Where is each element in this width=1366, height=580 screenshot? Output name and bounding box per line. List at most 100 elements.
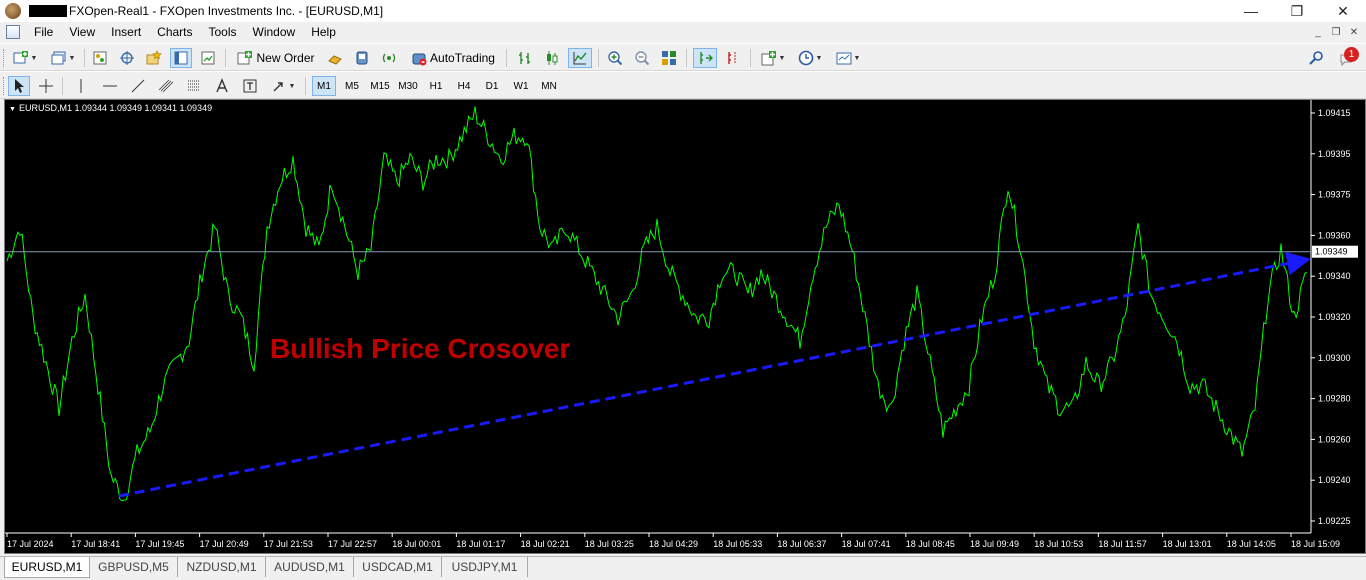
- horizontal-line-icon: [103, 85, 117, 87]
- zoom-out-icon: [635, 51, 650, 66]
- timeframe-w1-button[interactable]: W1: [508, 76, 534, 96]
- data-window-button[interactable]: [116, 48, 138, 68]
- menu-bar: File View Insert Charts Tools Window Hel…: [0, 22, 1366, 42]
- menu-view[interactable]: View: [61, 22, 103, 42]
- fibonacci-button[interactable]: [183, 76, 205, 96]
- x-tick-label: 18 Jul 13:01: [1163, 539, 1212, 549]
- equidistant-channel-button[interactable]: [155, 76, 177, 96]
- menu-insert[interactable]: Insert: [103, 22, 149, 42]
- x-tick-label: 18 Jul 15:09: [1291, 539, 1340, 549]
- timeframe-d1-button[interactable]: D1: [480, 76, 504, 96]
- x-tick-label: 18 Jul 04:29: [649, 539, 698, 549]
- trendline-button[interactable]: [127, 76, 149, 96]
- tile-windows-button[interactable]: [658, 48, 680, 68]
- timeframe-h1-button[interactable]: H1: [424, 76, 448, 96]
- tab-gbpusd-m5[interactable]: GBPUSD,M5: [90, 557, 178, 577]
- close-button[interactable]: ✕: [1320, 0, 1366, 22]
- navigator-button[interactable]: [143, 48, 165, 68]
- text-button[interactable]: [211, 76, 233, 96]
- timeframe-m15-button[interactable]: M15: [366, 76, 394, 96]
- menu-file[interactable]: File: [26, 22, 61, 42]
- y-tick-label: 1.09395: [1318, 149, 1351, 159]
- menu-charts[interactable]: Charts: [149, 22, 200, 42]
- toolbar-grip[interactable]: [3, 77, 6, 95]
- chart-shift-button[interactable]: [722, 48, 744, 68]
- x-tick-label: 18 Jul 05:33: [713, 539, 762, 549]
- cursor-button[interactable]: [8, 76, 30, 96]
- arrows-button[interactable]: ▼: [267, 76, 299, 96]
- y-tick-label: 1.09360: [1318, 230, 1351, 240]
- timeframe-mn-button[interactable]: MN: [536, 76, 562, 96]
- price-chart[interactable]: 1.09415 1.09395 1.09375 1.09360 1.09340 1.093…: [5, 100, 1365, 553]
- market-button[interactable]: [378, 48, 400, 68]
- tab-usdcad-m1[interactable]: USDCAD,M1: [354, 557, 442, 577]
- timeframe-m5-button[interactable]: M5: [340, 76, 364, 96]
- zoom-in-button[interactable]: [604, 48, 626, 68]
- fibonacci-icon: [188, 80, 200, 91]
- channel-icon: [158, 79, 174, 93]
- new-order-button[interactable]: New Order: [234, 48, 318, 68]
- tab-usdjpy-m1[interactable]: USDJPY,M1: [442, 557, 528, 577]
- zoom-out-button[interactable]: [631, 48, 653, 68]
- toolbar-grip[interactable]: [3, 49, 6, 67]
- minimize-button[interactable]: —: [1228, 0, 1274, 22]
- y-tick-label: 1.09280: [1318, 394, 1351, 404]
- chart-collapse-icon[interactable]: ▼: [9, 106, 16, 113]
- app-logo-icon: [5, 3, 21, 19]
- chart-window[interactable]: 1.09415 1.09395 1.09375 1.09360 1.09340 1.093…: [4, 99, 1366, 554]
- auto-scroll-icon: [700, 52, 713, 64]
- tab-eurusd-m1[interactable]: EURUSD,M1: [4, 557, 90, 578]
- autotrading-button[interactable]: AutoTrading: [406, 48, 500, 68]
- x-tick-label: 18 Jul 07:41: [842, 539, 891, 549]
- chart-annotation: Bullish Price Crosover: [270, 333, 570, 364]
- tester-icon: [201, 51, 215, 65]
- document-icon[interactable]: [6, 25, 20, 39]
- x-tick-label: 18 Jul 02:21: [521, 539, 570, 549]
- text-label-button[interactable]: [239, 76, 261, 96]
- vertical-line-button[interactable]: [70, 76, 92, 96]
- mdi-restore-button[interactable]: ❐: [1328, 24, 1344, 40]
- maximize-button[interactable]: ❐: [1274, 0, 1320, 22]
- signals-button[interactable]: [351, 48, 373, 68]
- x-tick-label: 18 Jul 00:01: [392, 539, 441, 549]
- search-button[interactable]: [1306, 48, 1326, 68]
- horizontal-line-button[interactable]: [99, 76, 121, 96]
- mdi-close-button[interactable]: ✕: [1346, 24, 1362, 40]
- profiles-button[interactable]: ▼: [46, 48, 80, 68]
- templates-button[interactable]: ▼: [831, 48, 865, 68]
- x-tick-label: 17 Jul 20:49: [200, 539, 249, 549]
- arrows-icon: [273, 82, 283, 92]
- periods-button[interactable]: ▼: [793, 48, 827, 68]
- x-tick-label: 18 Jul 11:57: [1098, 539, 1146, 549]
- x-tick-label: 17 Jul 19:45: [135, 539, 184, 549]
- y-tick-label: 1.09415: [1318, 108, 1351, 118]
- auto-scroll-button[interactable]: [693, 48, 717, 68]
- expert-button[interactable]: [324, 48, 346, 68]
- crosshair-button[interactable]: [35, 76, 57, 96]
- menu-window[interactable]: Window: [245, 22, 304, 42]
- text-label-icon: [243, 79, 257, 93]
- chart-quote-text: EURUSD,M1 1.09344 1.09349 1.09341 1.0934…: [18, 103, 213, 113]
- market-watch-button[interactable]: [89, 48, 111, 68]
- notifications-button[interactable]: 1: [1334, 47, 1362, 68]
- tab-nzdusd-m1[interactable]: NZDUSD,M1: [178, 557, 266, 577]
- strategy-tester-button[interactable]: [197, 48, 219, 68]
- vertical-line-icon: [80, 79, 82, 93]
- menu-help[interactable]: Help: [303, 22, 344, 42]
- line-chart-button[interactable]: [568, 48, 592, 68]
- mdi-minimize-button[interactable]: _: [1310, 24, 1326, 40]
- menu-tools[interactable]: Tools: [201, 22, 245, 42]
- x-tick-label: 18 Jul 10:53: [1034, 539, 1083, 549]
- radio-signal-icon: [382, 53, 396, 63]
- terminal-button[interactable]: [170, 48, 192, 68]
- new-chart-button[interactable]: ▼: [8, 48, 42, 68]
- timeframe-m1-button[interactable]: M1: [312, 76, 336, 96]
- timeframe-m30-button[interactable]: M30: [394, 76, 422, 96]
- bar-chart-button[interactable]: [514, 48, 536, 68]
- indicators-button[interactable]: ▼: [756, 48, 790, 68]
- timeframe-h4-button[interactable]: H4: [452, 76, 476, 96]
- x-tick-label: 17 Jul 22:57: [328, 539, 377, 549]
- candlestick-button[interactable]: [541, 48, 563, 68]
- tab-audusd-m1[interactable]: AUDUSD,M1: [266, 557, 354, 577]
- x-tick-label: 18 Jul 06:37: [777, 539, 826, 549]
